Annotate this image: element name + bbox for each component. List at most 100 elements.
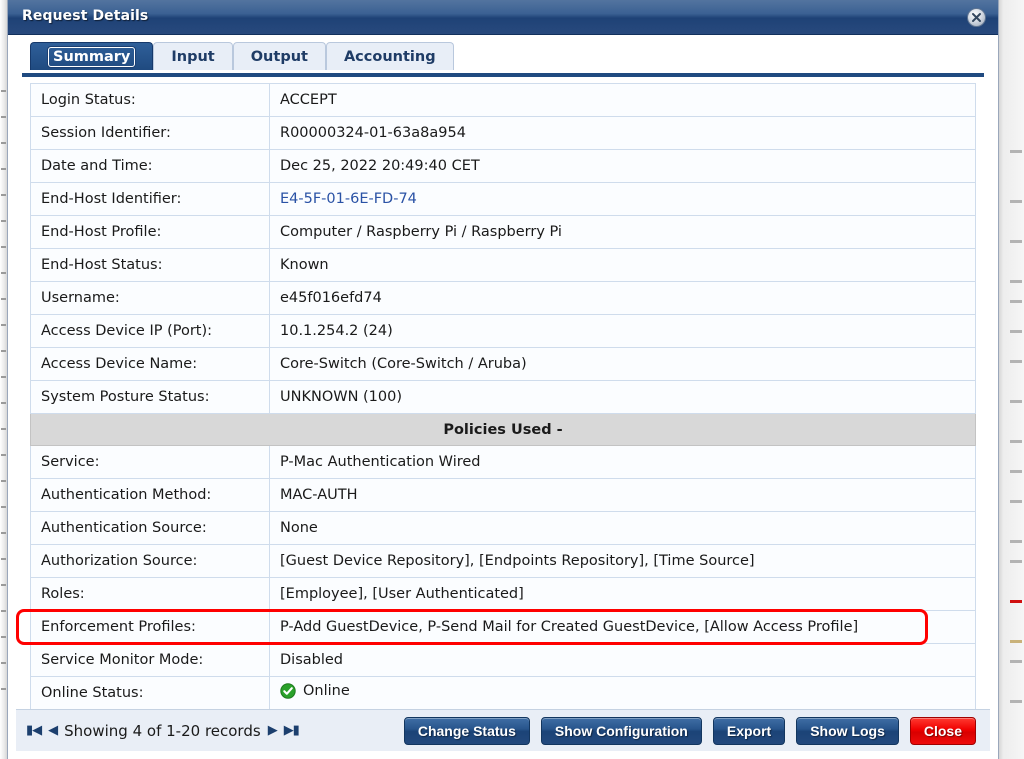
row-key: Username:	[30, 281, 270, 315]
table-row: Date and Time: Dec 25, 2022 20:49:40 CET	[30, 149, 976, 183]
table-row: Enforcement Profiles: P-Add GuestDevice, …	[30, 610, 976, 644]
edge-tick	[1010, 640, 1022, 643]
row-value: P-Mac Authentication Wired	[269, 445, 976, 479]
last-page-icon[interactable]: ▶▮	[284, 723, 300, 738]
edge-tick	[1, 246, 6, 248]
table-row: Service: P-Mac Authentication Wired	[30, 445, 976, 479]
show-logs-button[interactable]: Show Logs	[796, 716, 899, 745]
table-row: Online Status: Online	[30, 676, 976, 710]
status-label: Online	[303, 683, 350, 699]
row-value: MAC-AUTH	[269, 478, 976, 512]
row-value: UNKNOWN (100)	[269, 380, 976, 414]
row-key: Enforcement Profiles:	[30, 610, 270, 644]
previous-page-icon[interactable]: ◀	[48, 723, 58, 738]
close-icon[interactable]	[967, 8, 986, 27]
check-circle-icon	[280, 683, 296, 699]
export-button[interactable]: Export	[712, 716, 786, 745]
first-page-icon[interactable]: ▮◀	[26, 723, 42, 738]
tab-label: Output	[250, 49, 308, 65]
row-value: Computer / Raspberry Pi / Raspberry Pi	[269, 215, 976, 249]
tab-input[interactable]: Input	[153, 42, 233, 70]
edge-tick	[1, 454, 6, 456]
pagination-label: Showing 4 of 1-20 records	[64, 721, 261, 740]
row-key: Date and Time:	[30, 149, 270, 183]
edge-tick	[1010, 600, 1022, 603]
table-row: System Posture Status: UNKNOWN (100)	[30, 380, 976, 414]
row-value: P-Add GuestDevice, P-Send Mail for Creat…	[269, 610, 976, 644]
edge-tick	[1, 636, 6, 638]
edge-tick	[1, 194, 6, 196]
edge-tick	[1010, 540, 1022, 543]
row-key: Roles:	[30, 577, 270, 611]
tab-label: Accounting	[343, 49, 436, 65]
table-row: Authentication Source: None	[30, 511, 976, 545]
edge-tick	[1010, 560, 1022, 563]
section-header-row: Policies Used -	[30, 413, 976, 446]
edge-tick	[1010, 700, 1022, 703]
edge-tick	[1, 168, 6, 170]
edge-tick	[1, 480, 6, 482]
edge-tick	[1, 428, 6, 430]
table-row: Access Device Name: Core-Switch (Core-Swi…	[30, 347, 976, 381]
row-value: Dec 25, 2022 20:49:40 CET	[269, 149, 976, 183]
pagination: ▮◀ ◀ Showing 4 of 1-20 records ▶ ▶▮	[26, 721, 300, 740]
table-row: Roles: [Employee], [User Authenticated]	[30, 577, 976, 611]
end-host-identifier-link[interactable]: E4-5F-01-6E-FD-74	[280, 191, 417, 207]
edge-tick	[1, 142, 6, 144]
tab-output[interactable]: Output	[232, 42, 326, 70]
row-key: Login Status:	[30, 83, 270, 117]
row-value: 10.1.254.2 (24)	[269, 314, 976, 348]
row-value: Core-Switch (Core-Switch / Aruba)	[269, 347, 976, 381]
show-configuration-button[interactable]: Show Configuration	[540, 716, 702, 745]
row-value: Known	[269, 248, 976, 282]
row-key: Authentication Source:	[30, 511, 270, 545]
row-key: System Posture Status:	[30, 380, 270, 414]
edge-tick	[1010, 300, 1022, 303]
edge-tick	[1010, 500, 1022, 503]
close-button[interactable]: Close	[909, 716, 976, 745]
table-row: End-Host Status: Known	[30, 248, 976, 282]
edge-tick	[1010, 400, 1022, 403]
edge-tick	[1, 376, 6, 378]
tab-summary[interactable]: Summary	[30, 42, 154, 70]
row-value: e45f016efd74	[269, 281, 976, 315]
row-value: ACCEPT	[269, 83, 976, 117]
row-value: E4-5F-01-6E-FD-74	[269, 182, 976, 216]
dialog-title: Request Details	[22, 8, 149, 24]
right-edge-strip	[998, 0, 1024, 759]
edge-tick	[1, 662, 6, 664]
edge-tick	[1, 532, 6, 534]
table-row: End-Host Identifier: E4-5F-01-6E-FD-74	[30, 182, 976, 216]
row-key: End-Host Profile:	[30, 215, 270, 249]
next-page-icon[interactable]: ▶	[268, 723, 278, 738]
table-row: Authorization Source: [Guest Device Repos…	[30, 544, 976, 578]
row-key: End-Host Identifier:	[30, 182, 270, 216]
left-edge-strip	[0, 0, 8, 759]
dialog-footer: ▮◀ ◀ Showing 4 of 1-20 records ▶ ▶▮ Chan…	[16, 709, 990, 751]
row-value: [Guest Device Repository], [Endpoints Re…	[269, 544, 976, 578]
footer-buttons: Change Status Show Configuration Export Sho…	[403, 716, 976, 745]
tab-accounting[interactable]: Accounting	[325, 42, 454, 70]
tab-label: Input	[171, 49, 215, 65]
edge-tick	[1, 610, 6, 612]
row-value: None	[269, 511, 976, 545]
edge-tick	[1, 350, 6, 352]
edge-tick	[1010, 240, 1022, 243]
table-row: Authentication Method: MAC-AUTH	[30, 478, 976, 512]
edge-tick	[1, 688, 6, 690]
row-key: Access Device Name:	[30, 347, 270, 381]
tab-bar: Summary Input Output Accounting	[8, 35, 998, 73]
row-key: End-Host Status:	[30, 248, 270, 282]
edge-tick	[1, 402, 6, 404]
row-key: Authentication Method:	[30, 478, 270, 512]
edge-tick	[1010, 360, 1022, 363]
change-status-button[interactable]: Change Status	[403, 716, 530, 745]
table-row: Service Monitor Mode: Disabled	[30, 643, 976, 677]
dialog-titlebar: Request Details	[8, 0, 998, 35]
row-key: Service:	[30, 445, 270, 479]
edge-tick	[1, 90, 6, 92]
request-details-table: Login Status: ACCEPT Session Identifier: R0…	[30, 83, 976, 710]
row-key: Access Device IP (Port):	[30, 314, 270, 348]
row-value: Online	[269, 676, 976, 710]
table-row: Login Status: ACCEPT	[30, 83, 976, 117]
